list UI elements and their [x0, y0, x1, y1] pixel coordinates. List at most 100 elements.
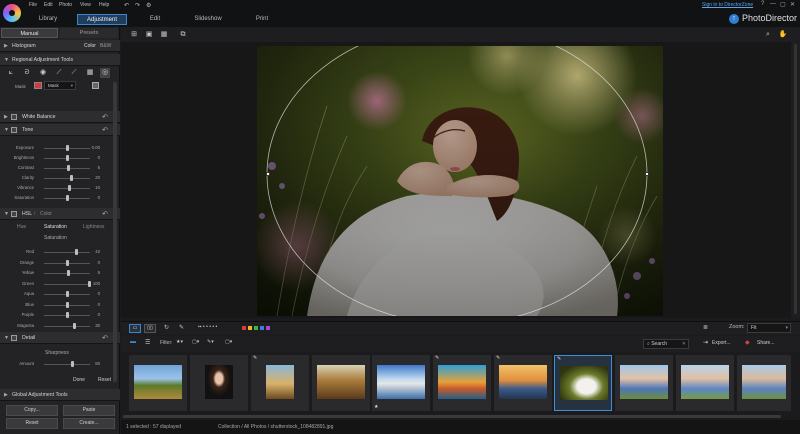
radial-handle-left[interactable]	[266, 172, 270, 176]
amount-knob[interactable]	[71, 361, 74, 367]
collapse-arrow-icon[interactable]: ▼	[4, 335, 9, 341]
tab-adjustment[interactable]: Adjustment	[77, 14, 127, 25]
hsl-red-slider-knob[interactable]	[75, 249, 79, 255]
tone-section[interactable]: ▼ Tone ↶	[0, 124, 120, 136]
hsl-yellow-slider-knob[interactable]	[67, 270, 71, 276]
histogram-section[interactable]: ▶ Histogram Color B&W	[0, 40, 120, 52]
search-input[interactable]: ⌕ Search ✕	[643, 339, 689, 349]
thumbnail[interactable]: ✎	[494, 355, 552, 411]
thumbnail[interactable]	[737, 355, 791, 411]
white-balance-section[interactable]: ▶ White Balance ↶	[0, 111, 120, 123]
hsl-checkbox[interactable]	[11, 211, 17, 217]
expand-arrow-icon[interactable]: ▶	[4, 114, 8, 120]
tab-library[interactable]: Library	[30, 14, 66, 25]
second-display-icon[interactable]: ⧉	[178, 30, 188, 39]
filmstrip-scrollbar[interactable]	[123, 414, 791, 419]
amount-slider[interactable]: Amount 60	[0, 359, 112, 369]
zoom-select[interactable]: Fit ▾	[747, 323, 791, 333]
main-photo[interactable]	[257, 46, 663, 316]
menu-help[interactable]: Help	[99, 2, 109, 8]
menu-file[interactable]: File	[29, 2, 37, 8]
paste-button[interactable]: Paste	[63, 405, 115, 416]
collapse-arrow-icon[interactable]: ▼	[4, 211, 9, 217]
spot-removal-tool-icon[interactable]: ⟋	[69, 68, 79, 78]
dual-view-icon[interactable]: ▯▯	[144, 324, 156, 333]
reset-icon[interactable]: ↶	[102, 334, 108, 342]
regional-tools-section[interactable]: ▼ Regional Adjustment Tools	[0, 54, 120, 66]
collapse-arrow-icon[interactable]: ▼	[4, 127, 9, 133]
thumbnail[interactable]: ✎	[251, 355, 309, 411]
global-reset-button[interactable]: Reset	[6, 418, 58, 429]
hsl-green-slider[interactable]: Green 100	[0, 279, 112, 289]
thumbnail[interactable]: ✎	[433, 355, 491, 411]
collapse-arrow-icon[interactable]: ▼	[4, 57, 9, 63]
menu-photo[interactable]: Photo	[59, 2, 72, 8]
copy-button[interactable]: Copy...	[6, 405, 58, 416]
hsl-red-slider-track[interactable]	[44, 252, 90, 253]
thumbnail-selected[interactable]: ✎	[554, 355, 612, 411]
done-button[interactable]: Done	[73, 377, 85, 383]
hsl-magenta-slider-knob[interactable]	[72, 322, 76, 329]
settings-icon[interactable]: ⚙	[146, 2, 151, 9]
hand-tool-icon[interactable]: ✋	[778, 30, 788, 39]
radial-handle-right[interactable]	[645, 172, 649, 176]
mask-overlay-toggle[interactable]	[92, 82, 99, 89]
type-filter[interactable]: ▢▾	[225, 339, 232, 345]
rating-filter[interactable]: ★▾	[176, 339, 183, 345]
hsl-aqua-slider[interactable]: Aqua 0	[0, 289, 112, 299]
white-balance-checkbox[interactable]	[11, 114, 17, 120]
tab-slideshow[interactable]: Slideshow	[190, 14, 226, 25]
radial-filter-icon[interactable]: ◎	[100, 68, 110, 78]
tab-presets[interactable]: Presets	[60, 28, 118, 38]
brush-tool-icon[interactable]: ⟋	[54, 68, 64, 78]
export-button[interactable]: Export...	[712, 340, 731, 346]
color-label-swatch[interactable]	[260, 326, 264, 330]
tone-checkbox[interactable]	[11, 127, 17, 133]
tone-saturation-slider-knob[interactable]	[66, 195, 69, 201]
zoom-tool-icon[interactable]: ⌕	[763, 30, 773, 39]
tone-brightness-slider[interactable]: Brightness 0	[0, 153, 112, 163]
menu-view[interactable]: View	[80, 2, 91, 8]
mask-color-swatch[interactable]	[34, 82, 42, 89]
hsl-blue-slider[interactable]: Blue 0	[0, 300, 112, 310]
compare-view-icon[interactable]: ⊞	[129, 30, 139, 39]
thumbnail[interactable]	[190, 355, 248, 411]
crop-tool-icon[interactable]: ⟀	[6, 68, 16, 78]
filmstrip-view-icon[interactable]: ▭	[129, 324, 141, 333]
single-view-icon[interactable]: ▣	[144, 30, 154, 39]
hsl-green-slider-knob[interactable]	[88, 280, 91, 287]
rotate-icon[interactable]: ↻	[164, 324, 169, 331]
hsl-magenta-slider[interactable]: Magenta 30	[0, 321, 112, 331]
grid-view-icon[interactable]: ▦	[159, 30, 169, 39]
scroll-thumb[interactable]	[123, 415, 781, 418]
tone-vibrance-slider[interactable]: Vibrance 10	[0, 183, 112, 193]
hsl-magenta-slider-track[interactable]	[44, 325, 90, 327]
detail-section[interactable]: ▼ Detail ↶	[0, 332, 120, 344]
rating-dots[interactable]: ▪▪ • • • • •	[198, 324, 217, 330]
global-tools-section[interactable]: ▶ Global Adjustment Tools	[0, 389, 120, 401]
thumbnail[interactable]: ★	[372, 355, 430, 411]
hsl-aqua-slider-knob[interactable]	[66, 291, 69, 297]
red-eye-tool-icon[interactable]: ◉	[38, 68, 48, 78]
expand-arrow-icon[interactable]: ▶	[4, 43, 8, 49]
tone-vibrance-slider-knob[interactable]	[68, 185, 72, 191]
tone-clarity-slider-knob[interactable]	[70, 175, 74, 181]
pick-tool-icon[interactable]: ✎	[179, 324, 184, 331]
lasso-tool-icon[interactable]: ᘐ	[22, 68, 32, 78]
thumbnail[interactable]	[129, 355, 187, 411]
tone-clarity-slider-track[interactable]	[44, 178, 90, 179]
amount-track[interactable]	[44, 364, 90, 365]
hsl-purple-slider-knob[interactable]	[66, 312, 69, 318]
thumbnail-view-icon[interactable]: ▬	[130, 339, 136, 345]
tone-exposure-slider[interactable]: Exposure 0.00	[0, 143, 112, 153]
tone-brightness-slider-knob[interactable]	[66, 155, 69, 161]
redo-icon[interactable]: ↷	[135, 2, 140, 9]
hsl-green-slider-track[interactable]	[44, 283, 90, 285]
reset-icon[interactable]: ↶	[102, 126, 108, 134]
hsl-section[interactable]: ▼ HSL / Color ↶	[0, 208, 120, 220]
hsl-purple-slider[interactable]: Purple 0	[0, 310, 112, 320]
hsl-tab-lightness[interactable]: Lightness	[83, 224, 104, 230]
reset-icon[interactable]: ↶	[102, 210, 108, 218]
flag-filter[interactable]: ▢▾	[192, 339, 199, 345]
tab-print[interactable]: Print	[250, 14, 274, 25]
